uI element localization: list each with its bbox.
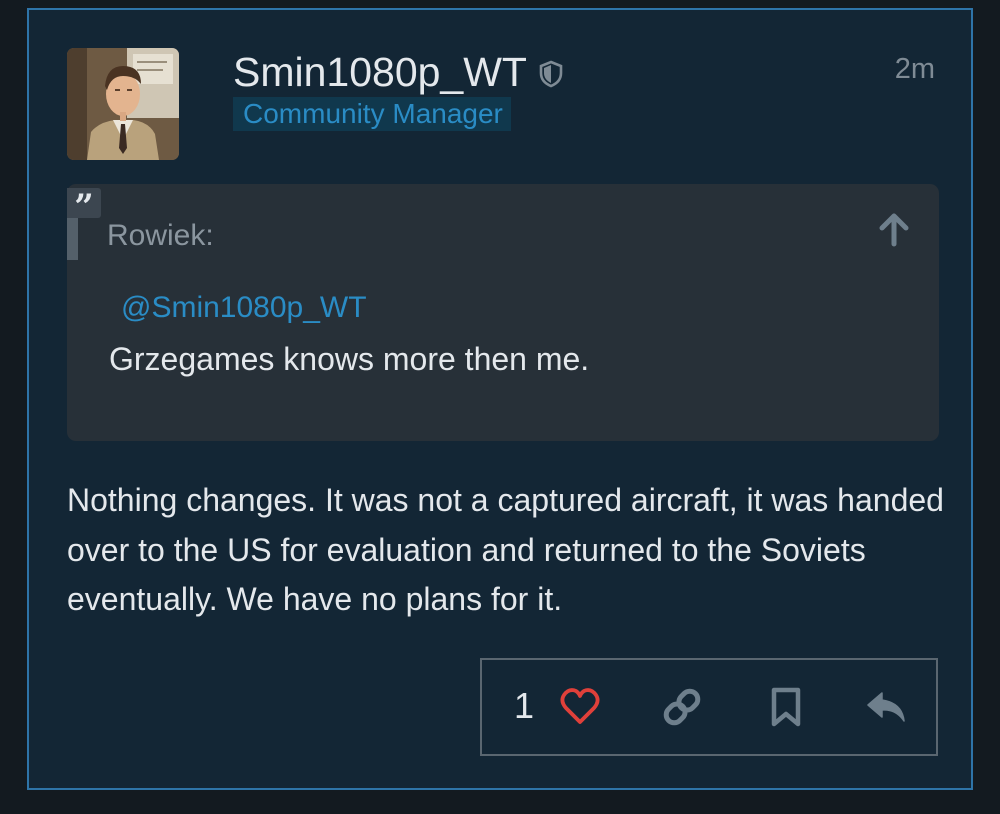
post-timestamp[interactable]: 2m	[895, 52, 935, 86]
like-count[interactable]: 1	[514, 686, 534, 726]
quote-author[interactable]: Rowiek:	[107, 218, 214, 254]
post-actions: 1	[480, 658, 938, 756]
username[interactable]: Smin1080p_WT	[233, 48, 527, 96]
post-body: Nothing changes. It was not a captured a…	[67, 482, 944, 617]
user-mention[interactable]: @Smin1080p_WT	[121, 290, 367, 326]
heart-icon[interactable]	[558, 685, 602, 729]
quote-icon: ”	[67, 188, 101, 226]
role-badge[interactable]: Community Manager	[233, 97, 511, 131]
quote-block: ” Rowiek: @Smin1080p_WT Grzegames knows …	[67, 184, 939, 441]
reply-icon[interactable]	[864, 685, 908, 729]
avatar[interactable]	[67, 48, 179, 160]
link-icon[interactable]	[660, 685, 704, 729]
arrow-up-icon[interactable]	[877, 212, 911, 248]
post-card: Smin1080p_WT Community Manager 2m ” Rowi…	[27, 8, 973, 790]
bookmark-icon[interactable]	[764, 685, 808, 729]
shield-icon	[539, 60, 563, 88]
portrait-avatar-icon	[67, 48, 179, 160]
quote-text: Grzegames knows more then me.	[109, 341, 590, 377]
